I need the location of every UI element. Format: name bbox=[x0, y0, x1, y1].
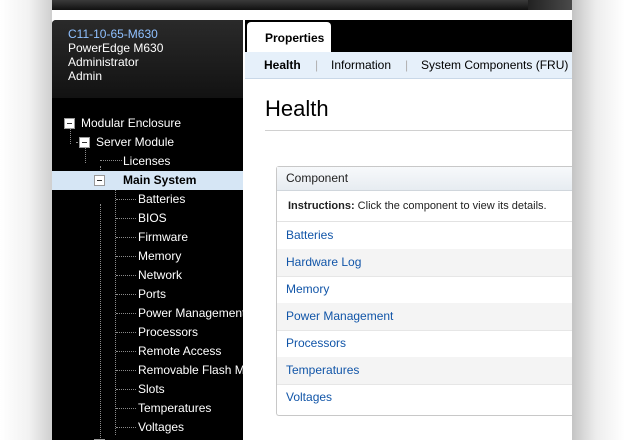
title-divider bbox=[265, 130, 572, 131]
subtab-information[interactable]: Information bbox=[331, 52, 391, 78]
subtab-system-components[interactable]: System Components (FRU) bbox=[421, 52, 568, 78]
left-shadow bbox=[0, 0, 52, 440]
right-shadow bbox=[572, 0, 625, 440]
component-link-temperatures[interactable]: Temperatures bbox=[277, 357, 572, 385]
tree-node-main-system[interactable]: Main System bbox=[52, 171, 243, 190]
server-model: PowerEdge M630 bbox=[68, 41, 164, 55]
instructions: Instructions: Click the component to vie… bbox=[277, 191, 572, 222]
component-link-processors[interactable]: Processors bbox=[277, 330, 572, 358]
collapse-icon[interactable] bbox=[64, 118, 75, 129]
table-header: Component bbox=[277, 167, 572, 191]
tree-label: Main System bbox=[123, 173, 197, 187]
tree-node-processors[interactable]: Processors bbox=[138, 323, 198, 342]
component-link-hardware-log[interactable]: Hardware Log bbox=[277, 249, 572, 277]
hostname: C11-10-65-M630 bbox=[68, 27, 158, 41]
collapse-icon[interactable] bbox=[79, 137, 90, 148]
user-role: Admin bbox=[68, 69, 103, 83]
system-tree-pane: C11-10-65-M630 PowerEdge M630 Administra… bbox=[52, 20, 243, 440]
component-link-batteries[interactable]: Batteries bbox=[277, 222, 572, 250]
user-name: Administrator bbox=[68, 55, 139, 69]
tree-node-temperatures[interactable]: Temperatures bbox=[138, 399, 211, 418]
tree-node-slots[interactable]: Slots bbox=[138, 380, 165, 399]
tab-strip: Properties bbox=[245, 20, 572, 52]
component-link-memory[interactable]: Memory bbox=[277, 276, 572, 304]
app-window: C11-10-65-M630 PowerEdge M630 Administra… bbox=[52, 0, 572, 440]
system-info: C11-10-65-M630 PowerEdge M630 Administra… bbox=[52, 20, 243, 98]
component-table: Component Instructions: Click the compon… bbox=[276, 166, 572, 416]
tree-node-network[interactable]: Network bbox=[138, 266, 182, 285]
sub-navigation: Health | Information | System Components… bbox=[245, 52, 572, 79]
tree-node-bios[interactable]: BIOS bbox=[138, 209, 167, 228]
tree-node-batteries[interactable]: Batteries bbox=[138, 190, 185, 209]
content-pane: Properties Health | Information | System… bbox=[245, 20, 572, 440]
top-banner bbox=[52, 0, 572, 10]
tree-label: Server Module bbox=[96, 135, 175, 149]
tree-node-firmware[interactable]: Firmware bbox=[138, 228, 188, 247]
tree-node-remote-access[interactable]: Remote Access bbox=[138, 342, 221, 361]
tree-label: Modular Enclosure bbox=[81, 116, 182, 130]
subnav-separator: | bbox=[405, 58, 409, 72]
page-title: Health bbox=[265, 96, 329, 121]
tree-node-removable-flash-media[interactable]: Removable Flash Media bbox=[138, 361, 243, 380]
tree-node-licenses[interactable]: Licenses bbox=[123, 152, 170, 171]
tree-node-voltages[interactable]: Voltages bbox=[138, 418, 184, 437]
component-link-power-management[interactable]: Power Management bbox=[277, 303, 572, 331]
component-link-voltages[interactable]: Voltages bbox=[277, 384, 572, 411]
tree-label: Licenses bbox=[123, 154, 171, 168]
collapse-icon[interactable] bbox=[94, 175, 105, 186]
tab-properties[interactable]: Properties bbox=[247, 22, 331, 52]
subtab-health[interactable]: Health bbox=[264, 52, 301, 78]
tree-node-power-management[interactable]: Power Management bbox=[138, 304, 243, 323]
tree-node-ports[interactable]: Ports bbox=[138, 285, 166, 304]
subnav-separator: | bbox=[315, 58, 319, 72]
tree-node-memory[interactable]: Memory bbox=[138, 247, 181, 266]
